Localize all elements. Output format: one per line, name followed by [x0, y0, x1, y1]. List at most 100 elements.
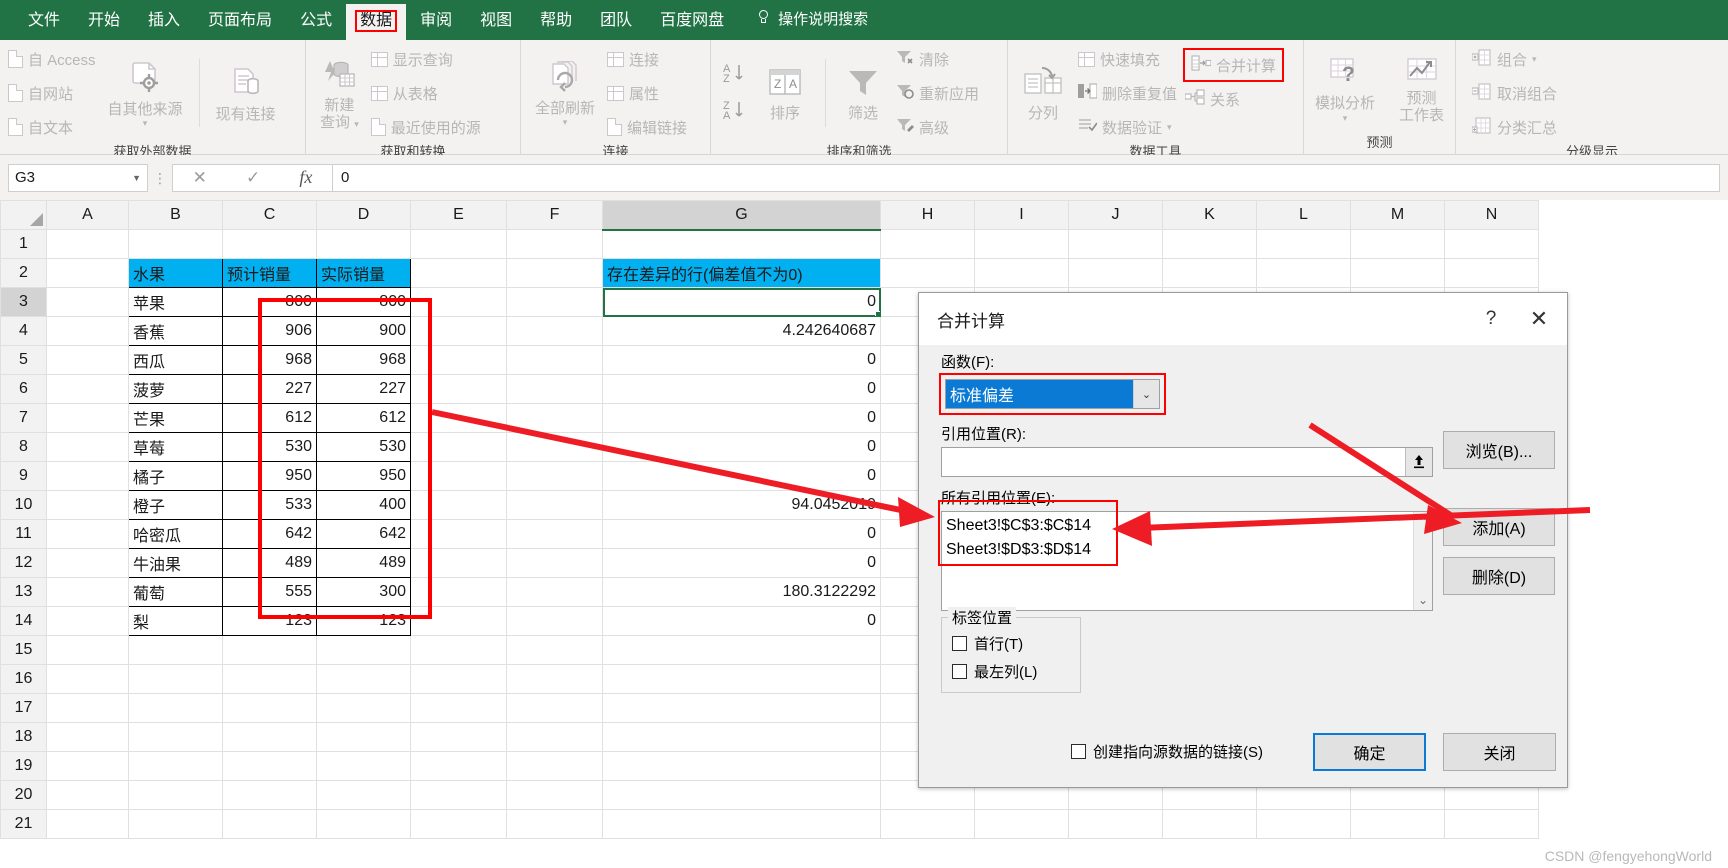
cell-B6[interactable]: 菠萝	[128, 374, 223, 404]
cell-I21[interactable]	[974, 809, 1069, 839]
cell-G16[interactable]	[602, 664, 881, 694]
cell-A4[interactable]	[46, 316, 129, 346]
ribbon-item-existing-connections[interactable]: 现有连接	[210, 63, 282, 124]
cell-F16[interactable]	[506, 664, 603, 694]
cell-C8[interactable]: 530	[222, 432, 317, 462]
row-header-11[interactable]: 11	[0, 519, 47, 549]
column-header-A[interactable]: A	[46, 200, 129, 230]
column-header-M[interactable]: M	[1350, 200, 1445, 230]
cell-N2[interactable]	[1444, 258, 1539, 288]
reference-input[interactable]	[941, 447, 1433, 477]
cell-B8[interactable]: 草莓	[128, 432, 223, 462]
ribbon-item-forecast-sheet[interactable]: 预测 工作表	[1393, 53, 1450, 125]
tab-team[interactable]: 团队	[586, 13, 646, 40]
cell-A20[interactable]	[46, 780, 129, 810]
add-button[interactable]: 添加(A)	[1443, 508, 1555, 546]
checkbox-top-row[interactable]: 首行(T)	[952, 633, 1070, 654]
chevron-down-icon[interactable]: ▾	[354, 119, 359, 129]
cell-A18[interactable]	[46, 722, 129, 752]
chevron-down-icon[interactable]: ▾	[563, 118, 568, 127]
tab-data[interactable]: 数据	[346, 4, 407, 40]
formula-bar-grip[interactable]: ⋮	[148, 171, 172, 185]
cell-A13[interactable]	[46, 577, 129, 607]
cell-A12[interactable]	[46, 548, 129, 578]
ribbon-item-connections[interactable]: 连接	[607, 44, 687, 74]
cell-F1[interactable]	[506, 229, 603, 259]
chevron-down-icon[interactable]: ▼	[132, 173, 141, 183]
column-header-E[interactable]: E	[410, 200, 507, 230]
cell-F4[interactable]	[506, 316, 603, 346]
ribbon-item-ungroup[interactable]: 取消组合	[1471, 78, 1557, 108]
cell-D6[interactable]: 227	[316, 374, 411, 404]
column-header-L[interactable]: L	[1256, 200, 1351, 230]
cell-A17[interactable]	[46, 693, 129, 723]
cell-B21[interactable]	[128, 809, 223, 839]
scroll-down-icon[interactable]: ⌄	[1418, 593, 1428, 607]
cell-M21[interactable]	[1350, 809, 1445, 839]
cell-F9[interactable]	[506, 461, 603, 491]
delete-button[interactable]: 删除(D)	[1443, 557, 1555, 595]
cell-K1[interactable]	[1162, 229, 1257, 259]
cell-C1[interactable]	[222, 229, 317, 259]
column-header-D[interactable]: D	[316, 200, 411, 230]
cell-E3[interactable]	[410, 287, 507, 317]
cell-M2[interactable]	[1350, 258, 1445, 288]
function-select[interactable]: 标准偏差 ⌄	[945, 379, 1160, 409]
chevron-down-icon[interactable]: ▾	[143, 119, 148, 128]
cell-D2[interactable]: 实际销量	[316, 258, 411, 288]
cell-I1[interactable]	[974, 229, 1069, 259]
tab-home[interactable]: 开始	[74, 13, 134, 40]
row-header-10[interactable]: 10	[0, 490, 47, 520]
cell-G9[interactable]: 0	[602, 461, 881, 491]
cell-G3[interactable]: 0	[602, 287, 881, 317]
cell-D20[interactable]	[316, 780, 411, 810]
ribbon-item-data-validation[interactable]: 数据验证 ▾	[1078, 112, 1177, 142]
checkbox-box[interactable]	[952, 664, 967, 679]
ribbon-item-from-other-sources[interactable]: 自其他来源 ▾	[102, 58, 189, 129]
cell-C19[interactable]	[222, 751, 317, 781]
column-header-N[interactable]: N	[1444, 200, 1539, 230]
ribbon-item-advanced-filter[interactable]: 高级	[896, 112, 979, 142]
cell-G11[interactable]: 0	[602, 519, 881, 549]
chevron-down-icon[interactable]: ▾	[1532, 55, 1537, 64]
ribbon-item-new-query[interactable]: 新建 查询 ▾	[314, 54, 365, 132]
cell-D1[interactable]	[316, 229, 411, 259]
ribbon-item-clear-filter[interactable]: 清除	[896, 44, 979, 74]
confirm-icon[interactable]: ✓	[246, 168, 260, 188]
list-item[interactable]: Sheet3!$C$3:$C$14	[946, 514, 1409, 538]
ribbon-item-text-to-columns[interactable]: 分列	[1016, 64, 1070, 123]
cell-A6[interactable]	[46, 374, 129, 404]
cell-G18[interactable]	[602, 722, 881, 752]
cell-M1[interactable]	[1350, 229, 1445, 259]
cell-A5[interactable]	[46, 345, 129, 375]
ribbon-item-flash-fill[interactable]: 快速填充	[1078, 44, 1177, 74]
cell-E15[interactable]	[410, 635, 507, 665]
row-header-4[interactable]: 4	[0, 316, 47, 346]
cell-C4[interactable]: 906	[222, 316, 317, 346]
ribbon-item-show-queries[interactable]: 显示查询	[370, 44, 481, 74]
cell-G5[interactable]: 0	[602, 345, 881, 375]
checkbox-create-link[interactable]: 创建指向源数据的链接(S)	[1071, 741, 1263, 762]
row-header-14[interactable]: 14	[0, 606, 47, 636]
cell-B1[interactable]	[128, 229, 223, 259]
column-header-K[interactable]: K	[1162, 200, 1257, 230]
ribbon-item-properties[interactable]: 属性	[607, 78, 687, 108]
help-icon[interactable]: ?	[1473, 308, 1509, 330]
column-header-J[interactable]: J	[1068, 200, 1163, 230]
cell-D3[interactable]: 800	[316, 287, 411, 317]
ribbon-item-from-table[interactable]: 从表格	[370, 78, 481, 108]
cell-B7[interactable]: 芒果	[128, 403, 223, 433]
cell-A1[interactable]	[46, 229, 129, 259]
ribbon-item-remove-duplicates[interactable]: 删除重复值	[1078, 78, 1177, 108]
cell-G2[interactable]: 存在差异的行(偏差值不为0)	[602, 258, 881, 288]
cell-F6[interactable]	[506, 374, 603, 404]
cell-B19[interactable]	[128, 751, 223, 781]
cell-D4[interactable]: 900	[316, 316, 411, 346]
cell-A8[interactable]	[46, 432, 129, 462]
checkbox-box[interactable]	[1071, 744, 1086, 759]
cell-D21[interactable]	[316, 809, 411, 839]
cell-D18[interactable]	[316, 722, 411, 752]
cell-D17[interactable]	[316, 693, 411, 723]
cell-E14[interactable]	[410, 606, 507, 636]
browse-button[interactable]: 浏览(B)...	[1443, 431, 1555, 469]
